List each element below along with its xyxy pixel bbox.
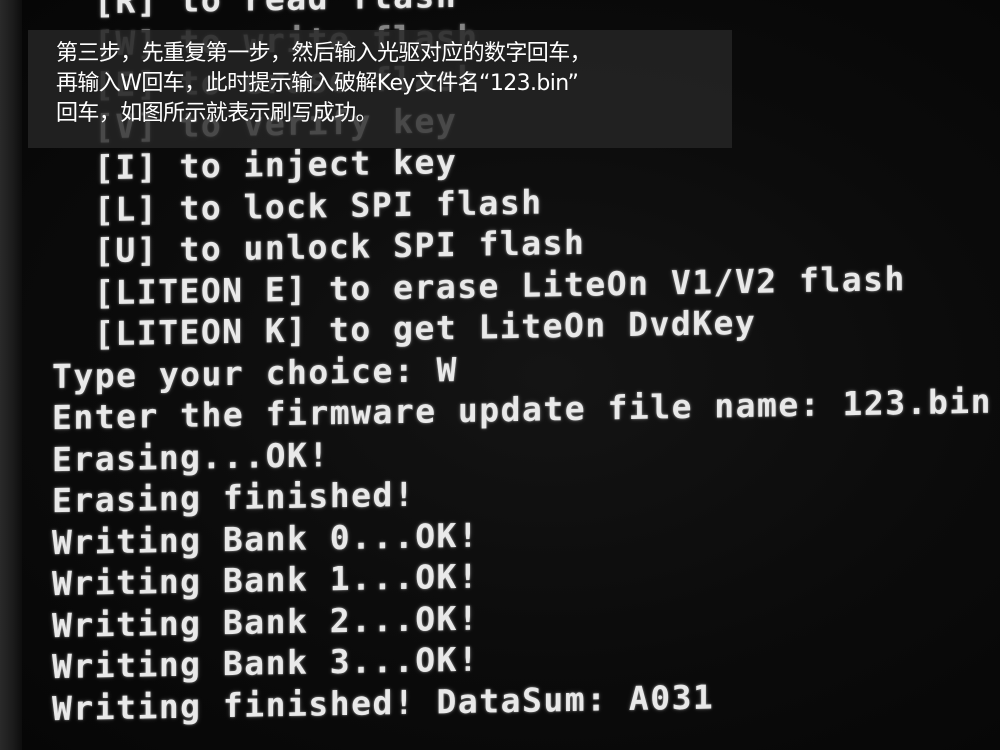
caption-line: 第三步，先重复第一步，然后输入光驱对应的数字回车，	[56, 41, 592, 66]
caption-line: 回车，如图所示就表示刷写成功。	[56, 101, 378, 126]
monitor-bezel	[0, 0, 22, 750]
caption-overlay: 第三步，先重复第一步，然后输入光驱对应的数字回车， 再输入W回车，此时提示输入破…	[28, 30, 732, 148]
caption-line: 再输入W回车，此时提示输入破解Key文件名“123.bin”	[56, 71, 579, 96]
photo-of-monitor: [R] to read flash [W] to write flash [E]…	[0, 0, 1000, 750]
